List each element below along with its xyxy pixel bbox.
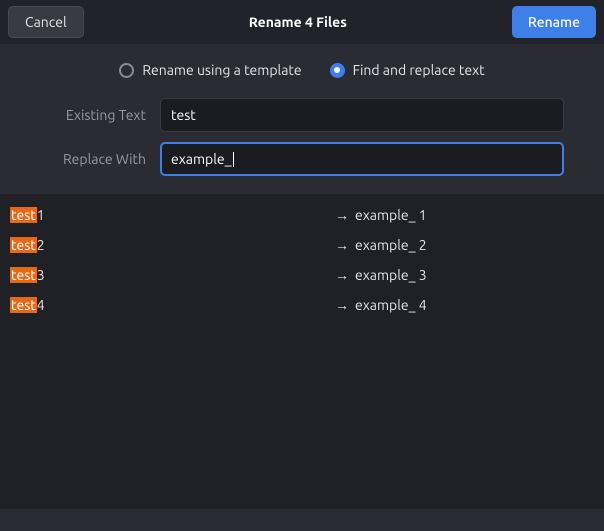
old-name-rest: 2	[37, 237, 45, 253]
arrow-icon: →	[335, 267, 355, 283]
old-name: test 1	[10, 207, 335, 223]
new-name: example_ 3	[355, 267, 427, 283]
preview-row: test 2 → example_ 2	[10, 230, 594, 260]
radio-template[interactable]: Rename using a template	[119, 62, 301, 78]
old-name: test 3	[10, 267, 335, 283]
arrow-icon: →	[335, 297, 355, 313]
match-highlight: test	[10, 237, 37, 253]
radio-off-icon	[119, 63, 134, 78]
form: Existing Text Replace With example_	[0, 92, 604, 194]
titlebar: Cancel Rename 4 Files Rename	[0, 0, 604, 44]
old-name-rest: 3	[37, 267, 45, 283]
mode-selector: Rename using a template Find and replace…	[0, 44, 604, 92]
old-name: test 2	[10, 237, 335, 253]
new-name: example_ 1	[355, 207, 427, 223]
match-highlight: test	[10, 297, 37, 313]
arrow-icon: →	[335, 207, 355, 223]
new-name: example_ 2	[355, 237, 427, 253]
radio-on-icon	[330, 63, 345, 78]
new-name: example_ 4	[355, 297, 427, 313]
replace-with-label: Replace With	[0, 151, 150, 167]
replace-with-value: example_	[171, 151, 232, 167]
cancel-button[interactable]: Cancel	[8, 6, 84, 38]
old-name: test 4	[10, 297, 335, 313]
rename-button[interactable]: Rename	[512, 6, 596, 38]
dialog-title: Rename 4 Files	[249, 14, 347, 30]
replace-with-input[interactable]: example_	[160, 142, 564, 176]
existing-text-input[interactable]	[160, 98, 564, 132]
radio-template-label: Rename using a template	[142, 62, 301, 78]
preview-row: test 1 → example_ 1	[10, 200, 594, 230]
old-name-rest: 4	[37, 297, 45, 313]
radio-findreplace-label: Find and replace text	[353, 62, 485, 78]
old-name-rest: 1	[37, 207, 45, 223]
existing-text-label: Existing Text	[0, 107, 150, 123]
preview-row: test 4 → example_ 4	[10, 290, 594, 320]
text-caret-icon	[233, 152, 234, 167]
match-highlight: test	[10, 267, 37, 283]
preview-list: test 1 → example_ 1 test 2 → example_ 2 …	[0, 194, 604, 509]
preview-row: test 3 → example_ 3	[10, 260, 594, 290]
radio-findreplace[interactable]: Find and replace text	[330, 62, 485, 78]
match-highlight: test	[10, 207, 37, 223]
arrow-icon: →	[335, 237, 355, 253]
